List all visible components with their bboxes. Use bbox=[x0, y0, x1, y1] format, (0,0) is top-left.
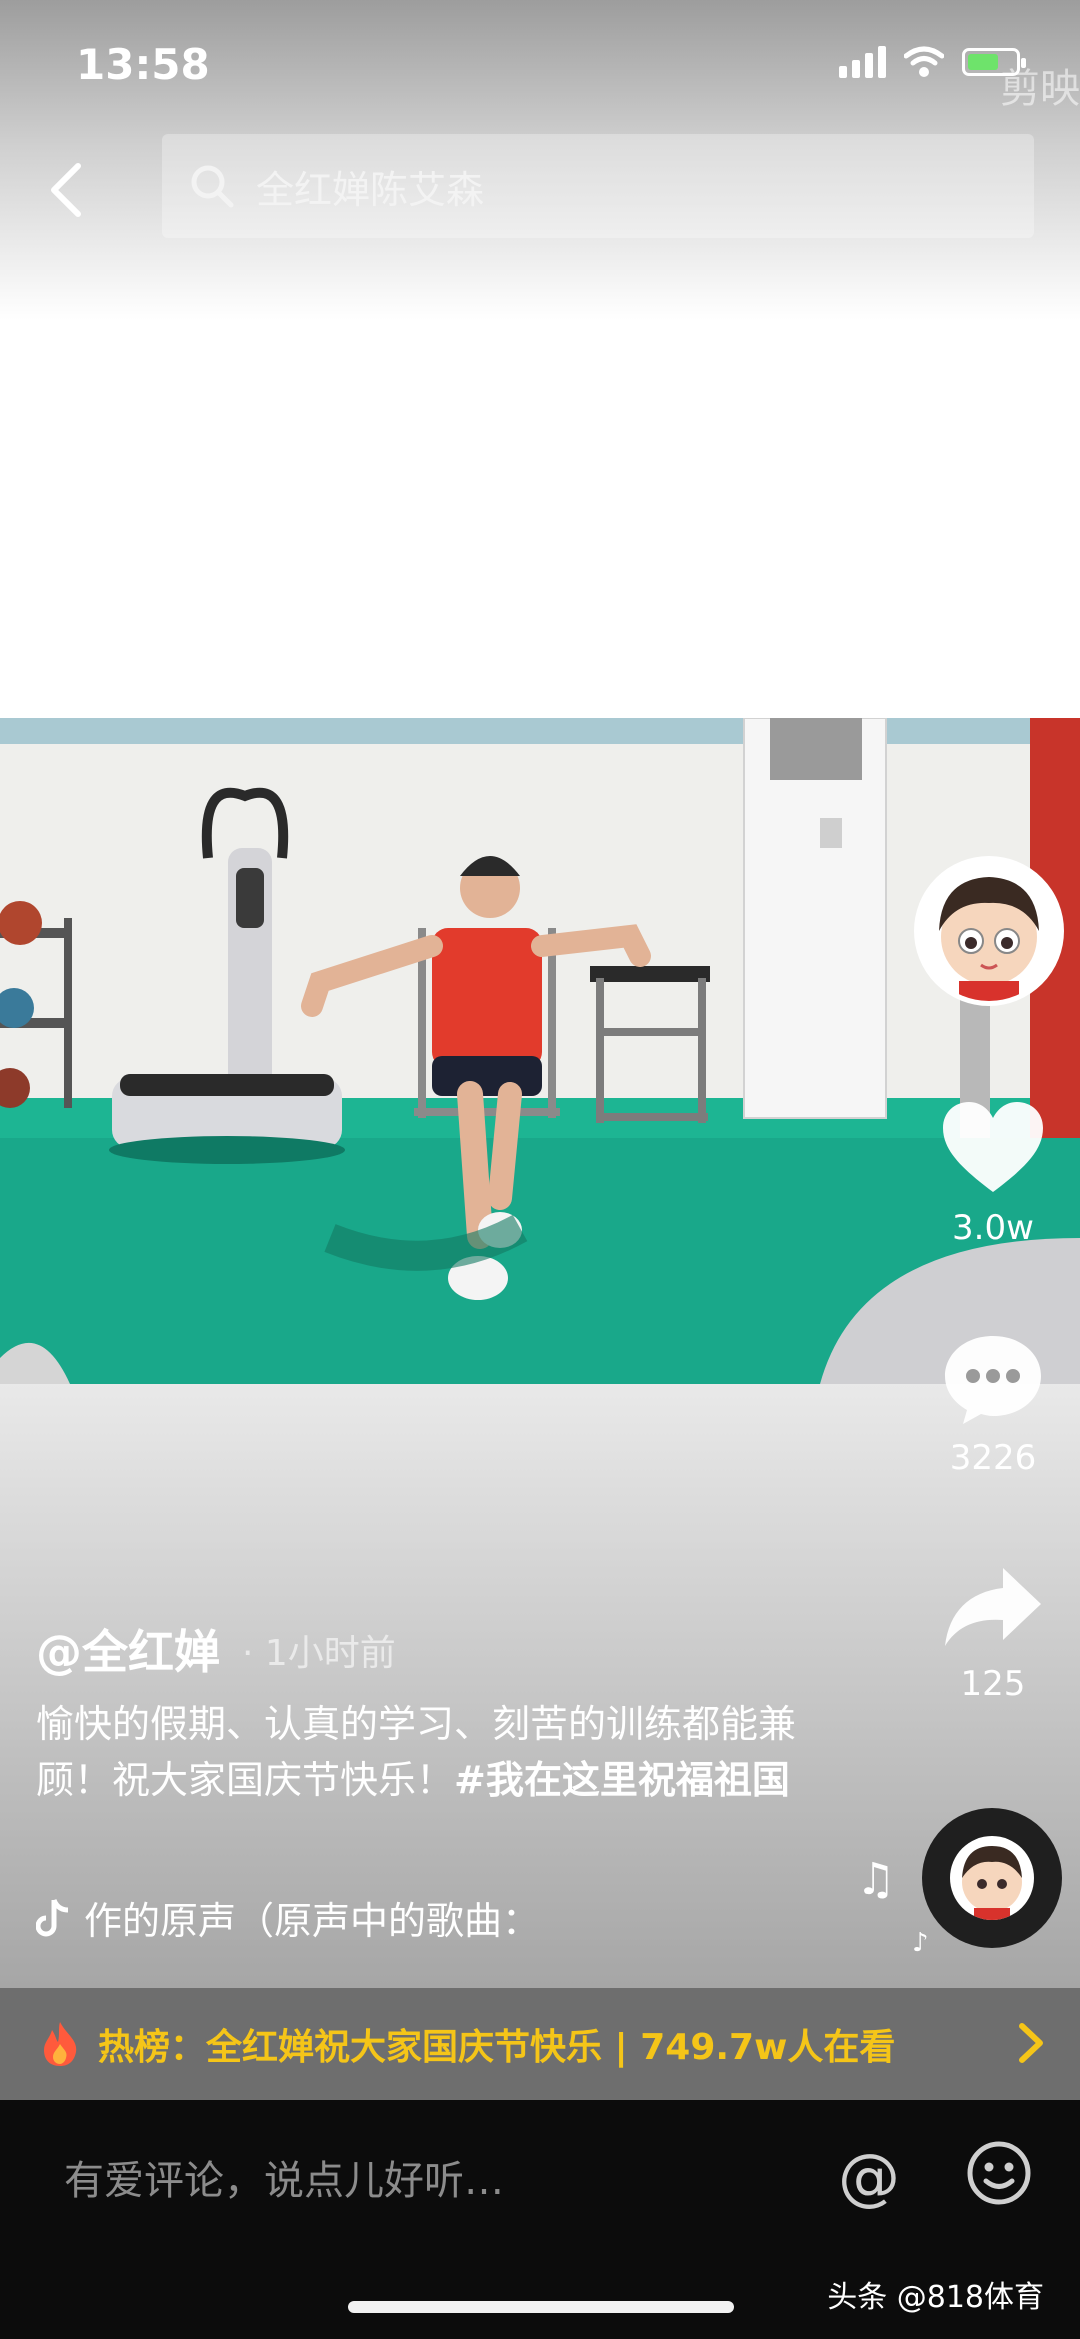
hot-list-text: 热榜：全红婵祝大家国庆节快乐 | 749.7w人在看 bbox=[98, 2027, 896, 2068]
music-note-icon: ♫ bbox=[856, 1854, 896, 1905]
hot-list-banner[interactable]: 热榜：全红婵祝大家国庆节快乐 | 749.7w人在看 bbox=[0, 1988, 1080, 2100]
like-button[interactable]: 3.0w bbox=[930, 1100, 1056, 1248]
heart-icon bbox=[943, 1102, 1043, 1192]
share-count: 125 bbox=[960, 1664, 1026, 1704]
share-button[interactable]: 125 bbox=[930, 1562, 1056, 1704]
wifi-icon bbox=[904, 46, 944, 77]
music-label[interactable]: 作的原声（原声中的歌曲： bbox=[36, 1890, 540, 1945]
corner-watermark: 剪映 bbox=[1000, 66, 1080, 112]
signal-icon bbox=[839, 46, 886, 78]
status-time: 13:58 bbox=[76, 40, 210, 89]
music-title: 作的原声（原声中的歌曲： bbox=[84, 1899, 541, 1943]
share-icon bbox=[945, 1568, 1041, 1646]
cartoon-avatar-icon bbox=[939, 877, 1039, 1001]
air-conditioner bbox=[743, 718, 887, 1119]
music-disc[interactable] bbox=[922, 1808, 1062, 1948]
emoji-icon[interactable] bbox=[966, 2140, 1032, 2206]
search-query: 全红婵陈艾森 bbox=[256, 167, 485, 212]
caption-hashtag[interactable]: #我在这里祝福祖国 bbox=[454, 1758, 790, 1802]
fire-icon bbox=[44, 2022, 77, 2066]
music-disc-avatar bbox=[950, 1836, 1034, 1920]
video-frame bbox=[0, 718, 1080, 1384]
back-icon[interactable] bbox=[46, 160, 86, 220]
mention-icon[interactable]: @ bbox=[838, 2140, 900, 2213]
like-count: 3.0w bbox=[952, 1208, 1034, 1248]
search-box[interactable]: 全红婵陈艾森 bbox=[162, 134, 1034, 238]
comment-icon bbox=[945, 1336, 1041, 1424]
comment-button[interactable]: 3226 bbox=[930, 1330, 1056, 1478]
video-player[interactable] bbox=[0, 718, 1080, 1384]
comment-input[interactable]: 有爱评论，说点儿好听… bbox=[64, 2148, 504, 2206]
tiktok-note-icon bbox=[36, 1898, 69, 1936]
music-note-small-icon: ♪ bbox=[912, 1928, 929, 1958]
status-icons bbox=[839, 46, 1026, 78]
source-watermark: 头条 @818体育 bbox=[827, 2280, 1044, 2315]
search-icon bbox=[191, 165, 234, 208]
author-name[interactable]: @全红婵 bbox=[36, 1616, 220, 1682]
post-time: · 1小时前 bbox=[242, 1633, 396, 1674]
comment-count: 3226 bbox=[949, 1438, 1037, 1478]
post-caption: 愉快的假期、认真的学习、刻苦的训练都能兼顾！祝大家国庆节快乐！#我在这里祝福祖国 bbox=[36, 1696, 796, 1808]
author-avatar[interactable] bbox=[914, 856, 1064, 1006]
home-indicator[interactable] bbox=[348, 2301, 734, 2313]
chevron-right-icon bbox=[1019, 2023, 1043, 2063]
